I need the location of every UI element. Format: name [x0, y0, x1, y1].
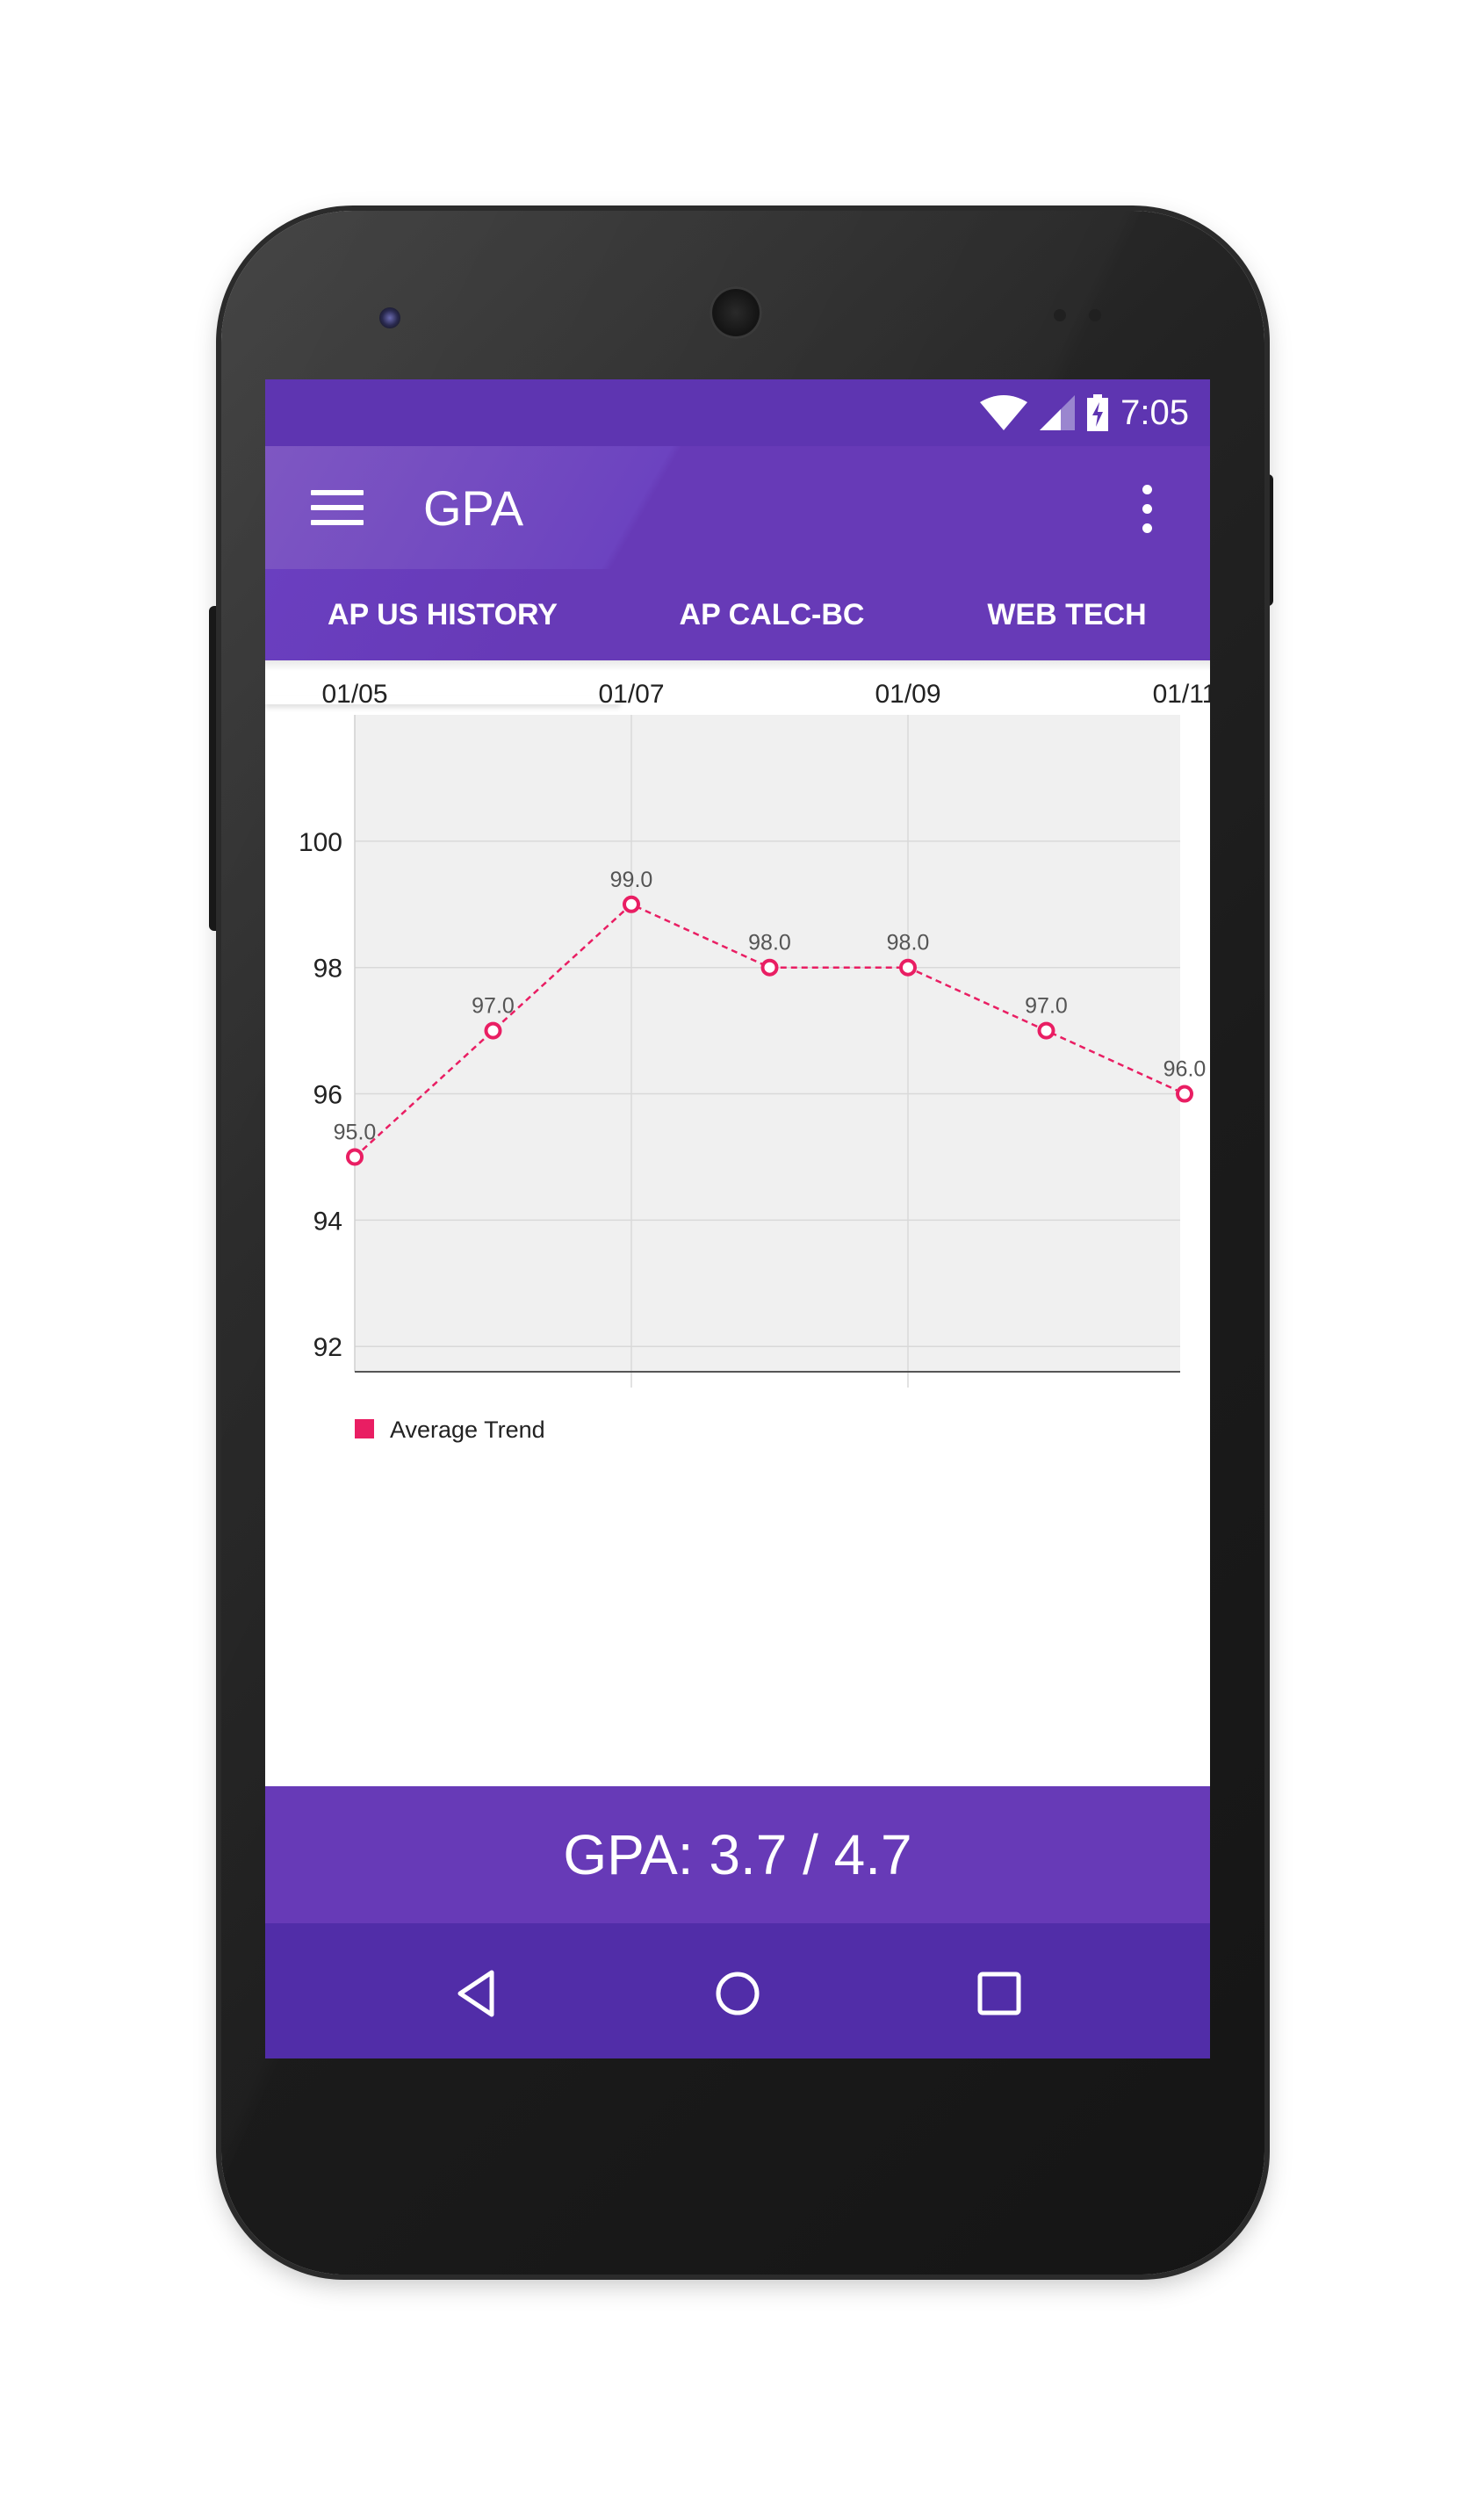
battery-charging-icon [1087, 394, 1109, 431]
y-tick-label: 98 [313, 955, 342, 984]
more-vert-icon[interactable] [1138, 485, 1156, 534]
data-point [484, 1021, 502, 1040]
back-icon[interactable] [441, 1958, 511, 2029]
line-chart: 92 94 96 98 100 01/05 01/07 01/09 01/11 95.0 97.0 9… [299, 680, 1210, 1443]
app-bar: GPA [265, 446, 1210, 569]
status-time: 7:05 [1120, 393, 1189, 432]
legend-swatch [355, 1419, 374, 1438]
data-point [1176, 1085, 1193, 1103]
plot-area [355, 715, 1180, 1372]
x-tick-label: 01/05 [321, 680, 387, 709]
device-frame: 7:05 GPA AP US HISTORY AP CALC-BC WEB TE… [0, 0, 1484, 2509]
data-point [760, 958, 779, 977]
gpa-summary: GPA: 3.7 / 4.7 [563, 1823, 912, 1886]
y-tick-label: 92 [313, 1333, 342, 1362]
app-title: GPA [423, 480, 524, 536]
wifi-icon [980, 395, 1028, 430]
navigation-bar [265, 1923, 1210, 2058]
data-label: 98.0 [887, 931, 930, 955]
tab-ap-calc-bc[interactable]: AP CALC-BC [620, 569, 924, 660]
data-point [1037, 1021, 1055, 1040]
tab-web-tech[interactable]: WEB TECH [924, 569, 1210, 660]
cell-signal-icon [1040, 395, 1076, 430]
screen: 7:05 GPA AP US HISTORY AP CALC-BC WEB TE… [265, 379, 1210, 2058]
y-tick-label: 94 [313, 1207, 342, 1236]
legend-label: Average Trend [390, 1417, 545, 1443]
data-point [623, 895, 640, 913]
y-tick-label: 100 [299, 828, 342, 857]
x-tick-label: 01/07 [598, 680, 664, 709]
data-point [899, 958, 917, 977]
hamburger-menu-icon[interactable] [311, 490, 364, 525]
gpa-summary-bar: GPA: 3.7 / 4.7 [265, 1786, 1210, 1923]
data-label: 96.0 [1163, 1057, 1207, 1082]
data-label: 97.0 [472, 994, 515, 1019]
data-point [346, 1148, 364, 1166]
data-label: 97.0 [1025, 994, 1068, 1019]
front-camera [379, 307, 400, 328]
home-icon[interactable] [702, 1958, 773, 2029]
recents-icon[interactable] [964, 1958, 1034, 2029]
proximity-sensor [1054, 309, 1066, 321]
x-tick-label: 01/09 [875, 680, 940, 709]
data-label: 98.0 [748, 931, 791, 955]
earpiece-speaker [710, 286, 762, 339]
data-label: 99.0 [610, 868, 653, 892]
tab-ap-us-history[interactable]: AP US HISTORY [265, 569, 620, 660]
status-bar: 7:05 [265, 379, 1210, 446]
data-label: 95.0 [334, 1120, 377, 1144]
tab-bar: AP US HISTORY AP CALC-BC WEB TECH [265, 569, 1210, 660]
light-sensor [1089, 309, 1101, 321]
x-tick-label: 01/11 [1153, 680, 1210, 709]
y-tick-label: 96 [313, 1081, 342, 1110]
